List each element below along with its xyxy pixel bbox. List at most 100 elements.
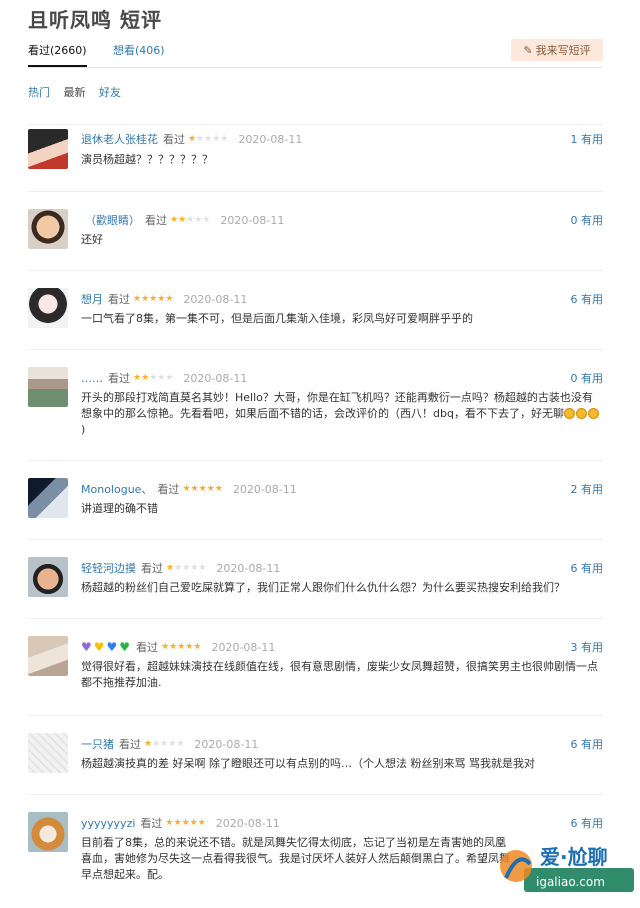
comment-user[interactable]: …… [81,372,103,385]
comment-date: 2020-08-11 [216,561,281,575]
page-title: 且听凤鸣 短评 [28,8,162,32]
watermark-graphic: 爱·尬聊 igaliao.com [500,845,634,892]
star-icon: ★ [181,817,190,828]
avatar[interactable] [28,733,68,773]
comment-status: 看过 [108,293,130,306]
watermark-url: igaliao.com [536,875,605,889]
sort-friends[interactable]: 好友 [99,86,121,99]
comment-status: 看过 [136,641,159,654]
star-icon: ★ [141,293,150,304]
star-icon: ★ [133,293,142,304]
avatar[interactable] [28,478,68,518]
useful-vote-button[interactable]: 0 有用 [571,212,604,228]
useful-vote-button[interactable]: 6 有用 [571,815,604,831]
star-icon: ★ [190,483,199,494]
star-icon: ★ [182,483,191,494]
star-icon: ★ [198,562,207,573]
comment-status: 看过 [140,817,163,830]
star-icon: ★ [202,214,211,225]
star-icon: ★ [165,372,174,383]
star-icon: ★ [182,562,191,573]
comment-item: Monologue、 看过 ★ ★ ★ ★ ★ 2020-08-11 2 有用 讲道理的… [28,460,603,540]
avatar[interactable] [28,288,68,328]
sort-latest[interactable]: 最新 [64,86,86,99]
green-heart-icon: ♥ [119,640,131,654]
rating-stars: ★ ★ ★ ★ ★ [165,817,206,828]
pencil-icon: ✎ [523,43,533,57]
comment-text: 杨超越的粉丝们自己爱吃屎就算了，我们正常人跟你们什么仇什么怨？为什么要买热搜安利… [81,581,565,594]
useful-vote-button[interactable]: 2 有用 [571,481,604,497]
star-icon: ★ [194,214,203,225]
comment-item: 轻轻河边摸 看过 ★ ★ ★ ★ ★ 2020-08-11 6 有用 杨超越的粉丝们自己… [28,539,603,619]
comment-user[interactable]: 轻轻河边摸 [81,560,136,576]
star-icon: ★ [176,738,185,749]
useful-vote-button[interactable]: 6 有用 [571,560,604,576]
comment-date: 2020-08-11 [238,132,303,146]
comment-text: 一口气看了8集，第一集不可，但是后面几集渐入佳境，彩凤鸟好可爱啊胖乎乎的 [81,312,473,325]
star-icon: ★ [165,293,174,304]
avatar[interactable] [28,367,68,407]
emoji-icon [587,408,599,419]
comment-text: 目前看了8集，总的来说还不错。就是凤舞失忆得太彻底，忘记了当初是左青害她的凤凰喜… [81,836,510,881]
star-icon: ★ [161,641,170,652]
star-icon: ★ [198,483,207,494]
useful-vote-button[interactable]: 1 有用 [571,131,604,147]
comment-text: 开头的那段打戏简直莫名其妙！Hello？大哥，你是在缸飞机吗？还能再敷衍一点吗？… [81,391,593,420]
comment-text: 杨超越演技真的差 好呆啊 除了瞪眼还可以有点别的吗…（个人想法 粉丝别来骂 骂我… [81,757,535,770]
avatar[interactable] [28,129,68,169]
avatar[interactable] [28,812,68,852]
comment-item: 一只猪 看过 ★ ★ ★ ★ ★ 2020-08-11 6 有用 杨超越演技真的差 好呆… [28,715,603,795]
star-icon: ★ [178,214,187,225]
avatar[interactable] [28,209,68,249]
watermark-logo: 爱·尬聊 igaliao.com [496,838,636,898]
avatar[interactable] [28,557,68,597]
sort-bar: 热门 最新 好友 [28,84,131,100]
rating-stars: ★ ★ ★ ★ ★ [170,214,211,225]
avatar[interactable] [28,636,68,676]
comment-date: 2020-08-11 [194,737,259,751]
comment-user[interactable]: yyyyyyyzi [81,817,135,830]
star-icon: ★ [188,133,197,144]
rating-stars: ★ ★ ★ ★ ★ [182,483,222,494]
star-icon: ★ [165,817,174,828]
star-icon: ★ [157,372,166,383]
star-icon: ★ [206,483,215,494]
emoji-icon [575,408,587,419]
tab-watched[interactable]: 看过(2660) [28,42,87,67]
comment-status: 看过 [119,738,141,751]
star-icon: ★ [170,214,179,225]
useful-vote-button[interactable]: 6 有用 [571,291,604,307]
write-review-button[interactable]: ✎ 我来写短评 [511,39,603,61]
rating-stars: ★ ★ ★ ★ ★ [133,293,174,304]
star-icon: ★ [186,214,195,225]
comment-item: 想月 看过 ★ ★ ★ ★ ★ 2020-08-11 6 有用 一口气看了8集，第一集不… [28,270,603,350]
star-icon: ★ [220,133,229,144]
comment-text: 讲道理的确不错 [81,502,158,515]
yellow-heart-icon: ♥ [93,640,105,654]
comment-user[interactable]: Monologue、 [81,481,152,497]
comment-date: 2020-08-11 [232,482,297,496]
star-icon: ★ [141,372,150,383]
rating-stars: ★ ★ ★ ★ ★ [161,641,202,652]
comment-user[interactable]: 想月 [81,291,103,307]
star-icon: ★ [149,293,158,304]
useful-vote-button[interactable]: 0 有用 [571,370,604,386]
useful-vote-button[interactable]: 3 有用 [571,639,604,655]
rating-stars: ★ ★ ★ ★ ★ [133,372,174,383]
comment-user[interactable]: 退休老人张桂花 [81,131,158,147]
rating-stars: ★ ★ ★ ★ ★ [144,738,185,749]
star-icon: ★ [193,641,202,652]
comment-user[interactable]: 一只猪 [81,736,114,752]
star-icon: ★ [197,817,206,828]
emoji-icon [563,408,575,419]
sort-hot[interactable]: 热门 [28,86,50,99]
comment-status: 看过 [145,214,167,227]
useful-vote-button[interactable]: 6 有用 [571,736,604,752]
comment-user[interactable]: （歡眼睛） [85,212,140,228]
purple-heart-icon: ♥ [81,640,92,654]
tab-wish[interactable]: 想看(406) [113,42,165,58]
comment-item: ♥ ♥ ♥ ♥ 看过 ★ ★ ★ ★ ★ 2020-08-11 3 有用 觉得很好看，超… [28,618,603,716]
rating-stars: ★ ★ ★ ★ ★ [166,562,207,573]
star-icon: ★ [133,372,142,383]
comment-item: （歡眼睛） 看过 ★ ★ ★ ★ ★ 2020-08-11 0 有用 还好 [28,191,603,271]
